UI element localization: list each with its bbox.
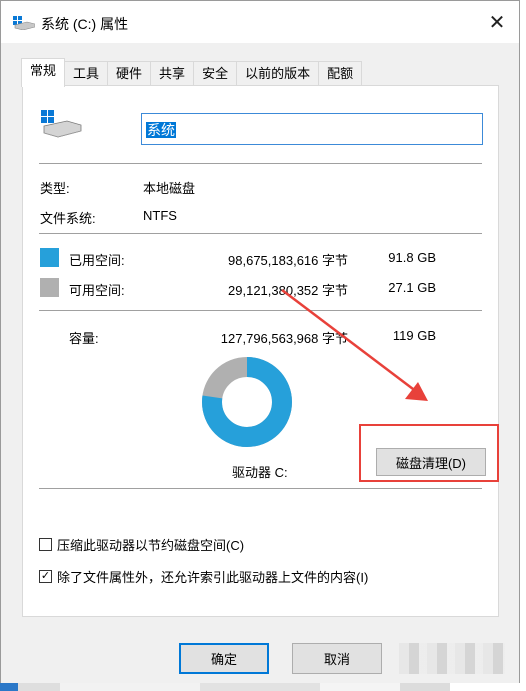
- free-space-swatch: [40, 278, 59, 297]
- type-value: 本地磁盘: [143, 181, 196, 196]
- used-space-swatch: [40, 248, 59, 267]
- compress-label: 压缩此驱动器以节约磁盘空间(C): [57, 538, 245, 553]
- divider: [39, 488, 482, 489]
- drive-icon: [41, 110, 82, 138]
- free-space-size: 27.1 GB: [388, 280, 436, 295]
- index-option[interactable]: ✓ 除了文件属性外，还允许索引此驱动器上文件的内容(I): [39, 567, 368, 586]
- capacity-bytes: 127,796,563,968 字节: [220, 331, 348, 346]
- divider: [39, 310, 482, 311]
- tab-security[interactable]: 安全: [193, 61, 238, 86]
- capacity-size: 119 GB: [392, 328, 436, 343]
- capacity-label: 容量:: [69, 331, 99, 346]
- background-strip: [0, 683, 526, 691]
- compress-checkbox[interactable]: [39, 538, 52, 551]
- general-panel: 系统 类型: 本地磁盘 文件系统: NTFS 已用空间: 98,675,183,…: [22, 85, 499, 617]
- used-space-label: 已用空间:: [69, 253, 125, 268]
- index-label: 除了文件属性外，还允许索引此驱动器上文件的内容(I): [57, 570, 369, 585]
- compress-option[interactable]: 压缩此驱动器以节约磁盘空间(C): [39, 535, 244, 554]
- window-title: 系统 (C:) 属性: [41, 16, 129, 32]
- tab-previous-versions[interactable]: 以前的版本: [236, 61, 320, 86]
- drive-title-icon: [13, 16, 35, 30]
- index-checkbox[interactable]: ✓: [39, 570, 52, 583]
- free-space-label: 可用空间:: [69, 283, 125, 298]
- properties-window: 系统 (C:) 属性 ✕ 常规 工具 硬件 共享 安全 以前的版本 配额 系统 …: [0, 0, 520, 691]
- type-label: 类型:: [40, 181, 70, 196]
- tab-quota[interactable]: 配额: [318, 61, 363, 86]
- filesystem-label: 文件系统:: [40, 211, 96, 226]
- tab-tools[interactable]: 工具: [64, 61, 109, 86]
- cancel-button[interactable]: 取消: [292, 643, 382, 674]
- close-button[interactable]: ✕: [479, 7, 515, 37]
- divider: [39, 163, 482, 164]
- usage-donut-chart: [202, 357, 292, 447]
- drive-label: 驱动器 C:: [232, 465, 288, 480]
- tab-hardware[interactable]: 硬件: [107, 61, 152, 86]
- drive-name-value: 系统: [146, 122, 176, 138]
- title-bar: 系统 (C:) 属性 ✕: [1, 1, 519, 43]
- obscured-apply-button: [399, 643, 505, 674]
- free-space-bytes: 29,121,380,352 字节: [228, 283, 348, 298]
- tab-sharing[interactable]: 共享: [150, 61, 195, 86]
- tab-strip: 常规 工具 硬件 共享 安全 以前的版本 配额: [21, 58, 363, 87]
- used-space-bytes: 98,675,183,616 字节: [228, 253, 348, 268]
- ok-button[interactable]: 确定: [179, 643, 269, 674]
- used-space-size: 91.8 GB: [388, 250, 436, 265]
- disk-cleanup-button[interactable]: 磁盘清理(D): [376, 448, 486, 476]
- tab-general[interactable]: 常规: [21, 58, 66, 87]
- filesystem-value: NTFS: [143, 208, 177, 223]
- drive-name-input[interactable]: 系统: [141, 113, 483, 145]
- divider: [39, 233, 482, 234]
- close-icon: ✕: [488, 11, 506, 34]
- checkmark-icon: ✓: [40, 570, 51, 582]
